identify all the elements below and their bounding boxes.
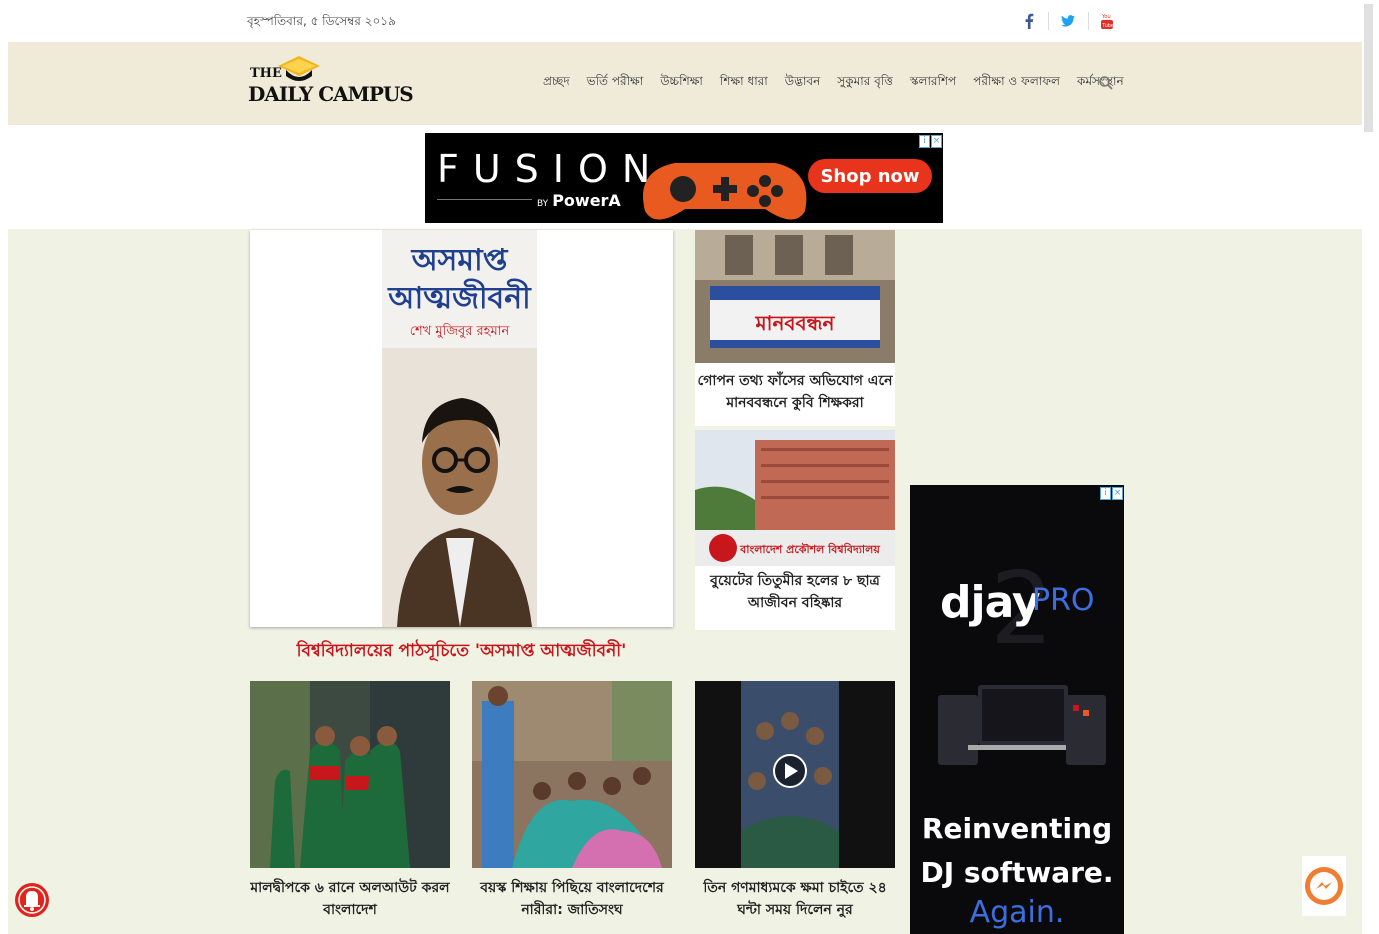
site-header: THE DAILY CAMPUS প্রচ্ছদ ভর্তি পরীক্ষা উ…: [8, 42, 1362, 125]
facebook-icon[interactable]: [1018, 10, 1040, 32]
page: বৃহস্পতিবার, ৫ ডিসেম্বর ২০১৯ You Tube THE…: [0, 0, 1379, 934]
side-story-headline[interactable]: বুয়েটের তিতুমীর হলের ৮ ছাত্র আজীবন বহিষ…: [695, 570, 895, 614]
shop-now-button[interactable]: Shop now: [808, 159, 932, 193]
nav-item-exam-results[interactable]: পরীক্ষা ও ফলাফল: [973, 73, 1060, 93]
svg-text:You: You: [1101, 14, 1111, 20]
story-thumbnail: বাংলাদেশ প্রকৌশল বিশ্ববিদ্যালয়: [695, 430, 895, 566]
top-bar: বৃহস্পতিবার, ৫ ডিসেম্বর ২০১৯ You Tube: [0, 0, 1362, 42]
side-advertisement[interactable]: i × 2 djay PRO Reinventing DJ software. Ag…: [910, 485, 1124, 934]
youtube-icon[interactable]: You Tube: [1096, 10, 1118, 32]
svg-text:Tube: Tube: [1101, 23, 1114, 29]
side-story-headline[interactable]: গোপন তথ্য ফাঁসের অভিযোগ এনে মানববন্ধনে ক…: [695, 370, 895, 414]
divider: [1088, 12, 1089, 30]
ad-rule: [437, 199, 532, 200]
story-thumbnail: [695, 681, 895, 868]
devices-image: [938, 685, 1106, 765]
logo-the: THE: [250, 66, 282, 81]
banner-text: বাংলাদেশ প্রকৌশল বিশ্ববিদ্যালয়: [739, 542, 880, 556]
book-author: শেখ মুজিবুর রহমান: [409, 324, 510, 339]
nav-item-admission[interactable]: ভর্তি পরীক্ষা: [587, 73, 644, 93]
nav-item-innovation[interactable]: উদ্ভাবন: [785, 73, 821, 93]
bottom-story-headline[interactable]: তিন গণমাধ্যমকে ক্ষমা চাইতে ২৪ ঘন্টা সময়…: [695, 877, 895, 921]
side-story-card[interactable]: বাংলাদেশ প্রকৌশল বিশ্ববিদ্যালয় বুয়েটের…: [695, 430, 895, 630]
main-nav: প্রচ্ছদ ভর্তি পরীক্ষা উচ্চশিক্ষা শিক্ষা …: [543, 73, 1124, 93]
ad-brand: djay: [940, 577, 1041, 628]
side-story-card[interactable]: মানববন্ধন গোপন তথ্য ফাঁসের অভিযোগ এনে মা…: [695, 230, 895, 426]
graduation-cap-icon: [278, 56, 320, 81]
ad-choices-icon[interactable]: i ×: [1100, 487, 1124, 501]
search-icon[interactable]: [1098, 75, 1114, 91]
ad-choices-icon[interactable]: i ×: [919, 135, 943, 149]
notification-bell-icon[interactable]: [14, 877, 50, 923]
main-content-area: [8, 229, 1362, 934]
twitter-icon[interactable]: [1057, 10, 1079, 32]
story-thumbnail: [472, 681, 672, 868]
scrollbar[interactable]: [1362, 0, 1379, 934]
bottom-story-card[interactable]: বয়স্ক শিক্ষায় পিছিয়ে বাংলাদেশের নারীর…: [472, 681, 672, 934]
ad-pro: PRO: [1032, 583, 1095, 618]
nav-item-higher-study[interactable]: উচ্চশিক্ষা: [660, 73, 703, 93]
ad-again: Again.: [969, 895, 1065, 930]
current-date: বৃহস্পতিবার, ৫ ডিসেম্বর ২০১৯: [247, 14, 396, 28]
banner-text: মানববন্ধন: [755, 311, 836, 335]
bottom-story-card[interactable]: তিন গণমাধ্যমকে ক্ষমা চাইতে ২৪ ঘন্টা সময়…: [695, 681, 895, 934]
story-thumbnail: [250, 681, 450, 868]
nav-item-arts[interactable]: সুকুমার বৃত্তি: [837, 73, 893, 93]
site-logo[interactable]: THE DAILY CAMPUS: [248, 52, 414, 112]
ad-tagline: Reinventing DJ software.: [920, 812, 1114, 889]
nav-item-scholarship[interactable]: স্কলারশিপ: [910, 73, 956, 93]
book-title-line2: আত্মজীবনী: [388, 281, 531, 316]
scrollbar-thumb[interactable]: [1364, 4, 1373, 132]
gamepad-image: [643, 163, 807, 220]
ad-brand: FUSION: [437, 147, 665, 191]
portrait-image: [382, 348, 537, 627]
feature-story-headline[interactable]: বিশ্ববিদ্যালয়ের পাঠসূচিতে 'অসমাপ্ত আত্ম…: [250, 638, 673, 666]
ad-maker: BY PowerA: [537, 191, 621, 210]
bottom-story-headline[interactable]: বয়স্ক শিক্ষায় পিছিয়ে বাংলাদেশের নারীর…: [472, 877, 672, 921]
bottom-story-card[interactable]: মালদ্বীপকে ৬ রানে অলআউট করল বাংলাদেশ: [250, 681, 450, 934]
nav-item-home[interactable]: প্রচ্ছদ: [543, 73, 570, 93]
messenger-chat-icon[interactable]: [1302, 856, 1346, 916]
logo-name: DAILY CAMPUS: [248, 82, 414, 106]
bottom-story-headline[interactable]: মালদ্বীপকে ৬ রানে অলআউট করল বাংলাদেশ: [250, 877, 450, 921]
feature-story-image[interactable]: অসমাপ্ত আত্মজীবনী শেখ মুজিবুর রহমান: [250, 230, 673, 627]
top-advertisement[interactable]: FUSION BY PowerA Shop now i ×: [425, 133, 943, 223]
divider: [1048, 12, 1049, 30]
nav-item-education[interactable]: শিক্ষা ধারা: [720, 73, 768, 93]
story-thumbnail: মানববন্ধন: [695, 230, 895, 363]
